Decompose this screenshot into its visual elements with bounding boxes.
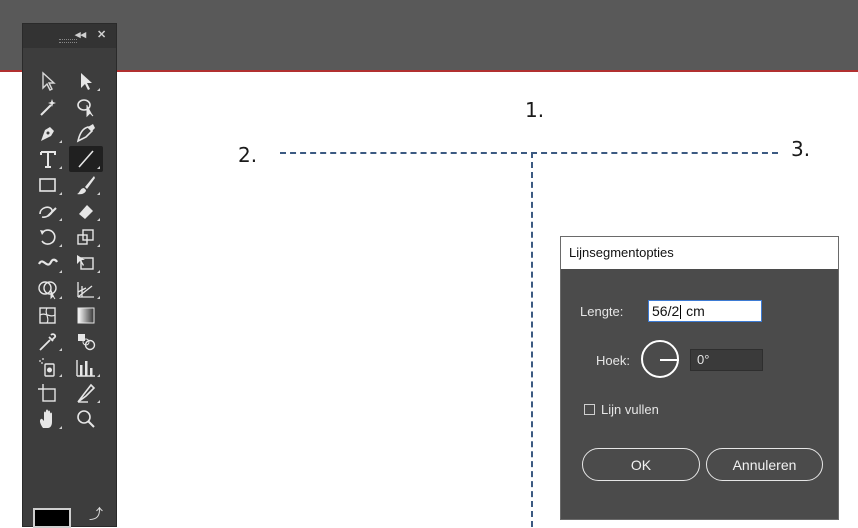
paintbrush-tool-icon[interactable] [69,172,103,198]
cancel-button[interactable]: Annuleren [706,448,823,481]
angle-input[interactable]: 0° [690,349,763,371]
length-value-before-caret: 56/2 [652,303,680,319]
mesh-tool-icon[interactable] [31,302,65,328]
close-icon[interactable]: ✕ [97,28,106,41]
type-tool-icon[interactable] [31,146,65,172]
slice-tool-icon[interactable] [69,380,103,406]
tools-panel: ◂◂ ✕ ⤴ [22,23,117,528]
shaper-tool-icon[interactable] [31,198,65,224]
length-value-after-caret: cm [682,303,705,319]
application-top-bar [0,0,858,72]
fill-color-swatch[interactable] [33,508,71,528]
perspective-grid-tool-icon[interactable] [69,276,103,302]
line-segment-options-dialog: Lijnsegmentopties Lengte: 56/2 cm Hoek: … [560,236,839,520]
width-tool-icon[interactable] [31,250,65,276]
free-transform-tool-icon[interactable] [69,250,103,276]
length-input[interactable]: 56/2 cm [648,300,762,322]
blend-tool-icon[interactable] [69,328,103,354]
scale-tool-icon[interactable] [69,224,103,250]
pen-tool-icon[interactable] [31,120,65,146]
length-label: Lengte: [580,304,624,319]
horizontal-dashed-line [280,152,778,154]
magic-wand-tool-icon[interactable] [31,94,65,120]
artboard-tool-icon[interactable] [31,380,65,406]
canvas-label-1: 1. [525,98,545,122]
panel-grip[interactable] [59,39,77,43]
column-graph-tool-icon[interactable] [69,354,103,380]
ok-button[interactable]: OK [582,448,700,481]
rotate-tool-icon[interactable] [31,224,65,250]
angle-dial-hand [660,359,679,361]
eraser-tool-icon[interactable] [69,198,103,224]
canvas-label-2: 2. [238,143,258,167]
canvas-label-3: 3. [791,137,811,161]
line-segment-tool-icon[interactable] [69,146,103,172]
curvature-tool-icon[interactable] [69,120,103,146]
fill-line-checkbox[interactable] [584,404,595,415]
gradient-tool-icon[interactable] [69,302,103,328]
direct-selection-tool-icon[interactable] [69,68,103,94]
selection-tool-icon[interactable] [31,68,65,94]
shape-builder-tool-icon[interactable] [31,276,65,302]
fill-line-label: Lijn vullen [601,402,659,417]
eyedropper-tool-icon[interactable] [31,328,65,354]
tools-panel-header[interactable]: ◂◂ ✕ [23,24,116,48]
zoom-tool-icon[interactable] [69,406,103,432]
hand-tool-icon[interactable] [31,406,65,432]
angle-label: Hoek: [596,353,630,368]
swap-fill-stroke-icon[interactable]: ⤴ [89,504,103,524]
dialog-title: Lijnsegmentopties [561,237,838,269]
angle-dial-icon[interactable] [641,340,679,378]
tool-grid [31,68,103,432]
symbol-sprayer-tool-icon[interactable] [31,354,65,380]
vertical-dashed-line [531,152,533,527]
rectangle-tool-icon[interactable] [31,172,65,198]
lasso-tool-icon[interactable] [69,94,103,120]
